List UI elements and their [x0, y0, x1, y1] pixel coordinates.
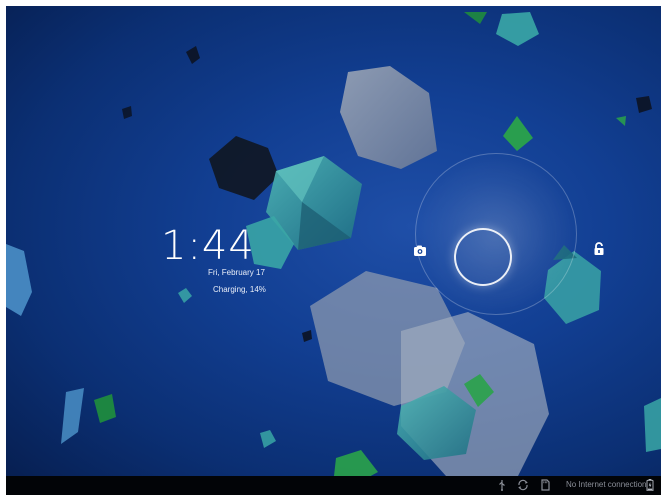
grey-hexagon-shape: [340, 66, 437, 169]
usb-icon: [499, 480, 505, 491]
lock-screen: 1:44 Fri, February 17 Charging, 14% No I…: [6, 6, 661, 495]
system-taskbar: No Internet connection: [6, 476, 661, 495]
dark-hexagon-shape: [209, 136, 279, 200]
unlock-handle[interactable]: [454, 228, 512, 286]
lockscreen-clock: 1:44: [161, 223, 255, 269]
network-status-text: No Internet connection: [566, 480, 647, 489]
unlock-icon[interactable]: [591, 241, 607, 257]
green-gem-shape: [503, 116, 533, 151]
charging-status: Charging, 14%: [213, 285, 266, 294]
battery-icon: [646, 479, 654, 491]
sdcard-icon: [541, 479, 550, 491]
sync-icon: [518, 479, 528, 491]
camera-icon[interactable]: [412, 243, 428, 259]
left-blue-gem-shape: [6, 244, 116, 444]
lockscreen-date: Fri, February 17: [208, 268, 265, 277]
top-teal-gem-shape: [464, 12, 539, 46]
